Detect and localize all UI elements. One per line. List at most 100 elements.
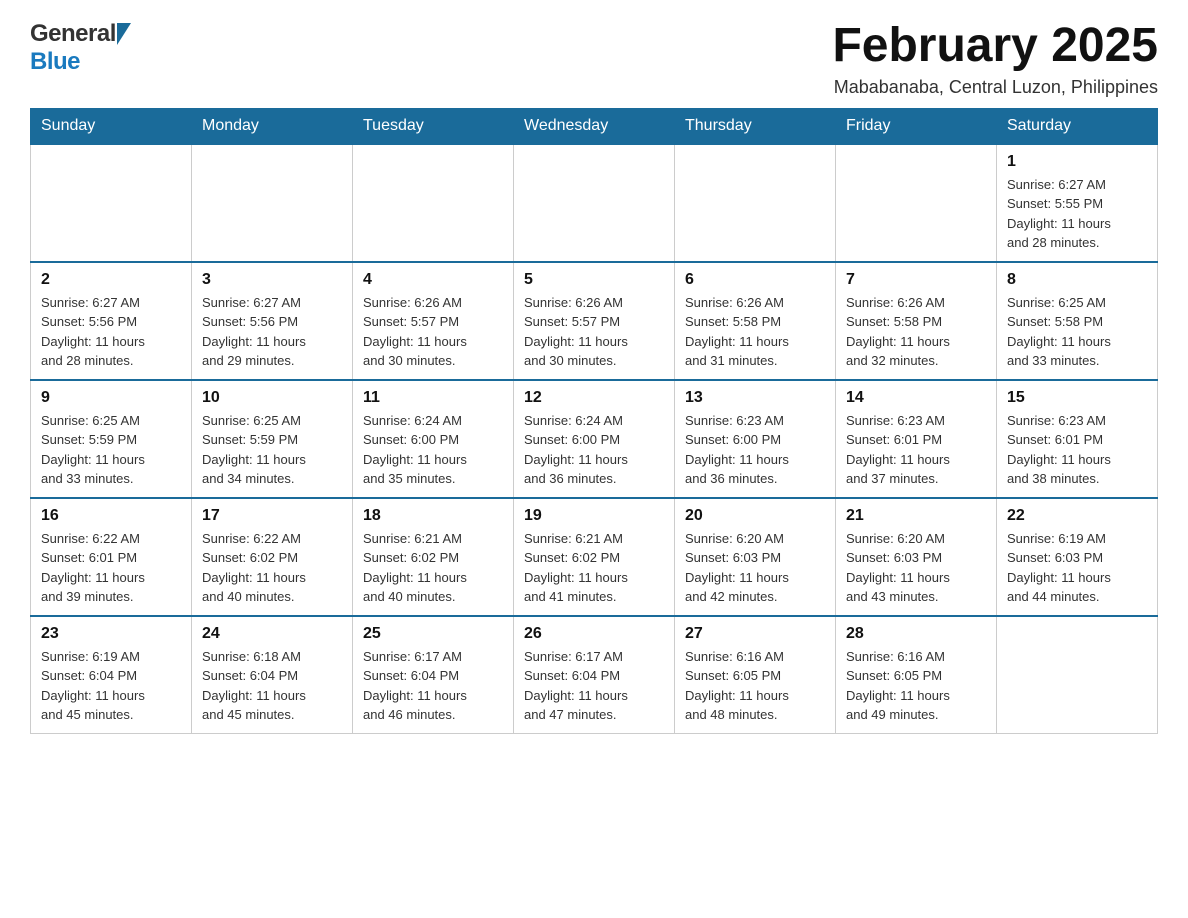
table-row: 19 Sunrise: 6:21 AM Sunset: 6:02 PM Dayli… [514,498,675,616]
col-monday: Monday [192,108,353,144]
day-number: 23 [41,625,181,643]
table-row: 6 Sunrise: 6:26 AM Sunset: 5:58 PM Daylig… [675,262,836,380]
table-row [31,144,192,262]
day-info: Sunrise: 6:21 AM Sunset: 6:02 PM Dayligh… [524,529,664,607]
calendar-week-row: 2 Sunrise: 6:27 AM Sunset: 5:56 PM Daylig… [31,262,1158,380]
table-row: 9Sunrise: 6:25 AM Sunset: 5:59 PM Daylig… [31,380,192,498]
day-info: Sunrise: 6:22 AM Sunset: 6:01 PM Dayligh… [41,529,181,607]
table-row: 2 Sunrise: 6:27 AM Sunset: 5:56 PM Daylig… [31,262,192,380]
day-number: 13 [685,389,825,407]
day-number: 20 [685,507,825,525]
day-info: Sunrise: 6:19 AM Sunset: 6:04 PM Dayligh… [41,647,181,725]
day-info: Sunrise: 6:18 AM Sunset: 6:04 PM Dayligh… [202,647,342,725]
day-info: Sunrise: 6:23 AM Sunset: 6:00 PM Dayligh… [685,411,825,489]
day-info: Sunrise: 6:17 AM Sunset: 6:04 PM Dayligh… [524,647,664,725]
table-row: 26 Sunrise: 6:17 AM Sunset: 6:04 PM Dayli… [514,616,675,734]
table-row [836,144,997,262]
col-friday: Friday [836,108,997,144]
table-row: 28 Sunrise: 6:16 AM Sunset: 6:05 PM Dayli… [836,616,997,734]
table-row: 23 Sunrise: 6:19 AM Sunset: 6:04 PM Dayli… [31,616,192,734]
col-tuesday: Tuesday [353,108,514,144]
col-saturday: Saturday [997,108,1158,144]
day-number: 12 [524,389,664,407]
logo: General Blue [30,20,131,76]
day-number: 9 [41,389,181,407]
table-row: 13 Sunrise: 6:23 AM Sunset: 6:00 PM Dayli… [675,380,836,498]
day-number: 19 [524,507,664,525]
day-number: 24 [202,625,342,643]
day-info: Sunrise: 6:22 AM Sunset: 6:02 PM Dayligh… [202,529,342,607]
table-row [997,616,1158,734]
table-row: 3 Sunrise: 6:27 AM Sunset: 5:56 PM Daylig… [192,262,353,380]
table-row: 7 Sunrise: 6:26 AM Sunset: 5:58 PM Daylig… [836,262,997,380]
col-sunday: Sunday [31,108,192,144]
day-number: 2 [41,271,181,289]
table-row [675,144,836,262]
table-row: 1 Sunrise: 6:27 AM Sunset: 5:55 PM Daylig… [997,144,1158,262]
day-info: Sunrise: 6:23 AM Sunset: 6:01 PM Dayligh… [846,411,986,489]
calendar-week-row: 9 Sunrise: 6:25 AM Sunset: 5:59 PM Daylig… [31,380,1158,498]
day-info: Sunrise: 6:20 AM Sunset: 6:03 PM Dayligh… [846,529,986,607]
day-info: Sunrise: 6:17 AM Sunset: 6:04 PM Dayligh… [363,647,503,725]
day-info: Sunrise: 6:27 AM Sunset: 5:56 PM Dayligh… [41,293,181,371]
table-row: 24 Sunrise: 6:18 AM Sunset: 6:04 PM Dayli… [192,616,353,734]
day-number: 6 [685,271,825,289]
day-info: Sunrise: 6:16 AM Sunset: 6:05 PM Dayligh… [846,647,986,725]
day-info: Sunrise: 6:20 AM Sunset: 6:03 PM Dayligh… [685,529,825,607]
calendar-header-row: Sunday Monday Tuesday Wednesday Thursday… [31,108,1158,144]
calendar-week-row: 16 Sunrise: 6:22 AM Sunset: 6:01 PM Dayli… [31,498,1158,616]
day-number: 21 [846,507,986,525]
table-row: 17Sunrise: 6:22 AM Sunset: 6:02 PM Dayli… [192,498,353,616]
day-info: Sunrise: 6:25 AM Sunset: 5:58 PM Dayligh… [1007,293,1147,371]
day-info: Sunrise: 6:25 AM Sunset: 5:59 PM Dayligh… [202,411,342,489]
day-number: 18 [363,507,503,525]
table-row: 10 Sunrise: 6:25 AM Sunset: 5:59 PM Dayli… [192,380,353,498]
day-info: Sunrise: 6:16 AM Sunset: 6:05 PM Dayligh… [685,647,825,725]
col-thursday: Thursday [675,108,836,144]
table-row: 20 Sunrise: 6:20 AM Sunset: 6:03 PM Dayli… [675,498,836,616]
table-row [514,144,675,262]
table-row: 12Sunrise: 6:24 AM Sunset: 6:00 PM Dayli… [514,380,675,498]
location: Mababanaba, Central Luzon, Philippines [832,77,1158,98]
day-number: 11 [363,389,503,407]
calendar-week-row: 1 Sunrise: 6:27 AM Sunset: 5:55 PM Daylig… [31,144,1158,262]
table-row: 16 Sunrise: 6:22 AM Sunset: 6:01 PM Dayli… [31,498,192,616]
day-info: Sunrise: 6:21 AM Sunset: 6:02 PM Dayligh… [363,529,503,607]
day-number: 1 [1007,153,1147,171]
table-row: 27 Sunrise: 6:16 AM Sunset: 6:05 PM Dayli… [675,616,836,734]
table-row: 5 Sunrise: 6:26 AM Sunset: 5:57 PM Daylig… [514,262,675,380]
day-info: Sunrise: 6:27 AM Sunset: 5:55 PM Dayligh… [1007,175,1147,253]
day-number: 4 [363,271,503,289]
day-info: Sunrise: 6:19 AM Sunset: 6:03 PM Dayligh… [1007,529,1147,607]
day-info: Sunrise: 6:26 AM Sunset: 5:58 PM Dayligh… [685,293,825,371]
day-number: 26 [524,625,664,643]
day-number: 7 [846,271,986,289]
day-number: 5 [524,271,664,289]
logo-blue: Blue [30,48,80,75]
day-number: 16 [41,507,181,525]
day-number: 27 [685,625,825,643]
day-info: Sunrise: 6:27 AM Sunset: 5:56 PM Dayligh… [202,293,342,371]
day-number: 8 [1007,271,1147,289]
day-info: Sunrise: 6:26 AM Sunset: 5:57 PM Dayligh… [524,293,664,371]
table-row: 22 Sunrise: 6:19 AM Sunset: 6:03 PM Dayli… [997,498,1158,616]
calendar-table: Sunday Monday Tuesday Wednesday Thursday… [30,108,1158,734]
day-info: Sunrise: 6:26 AM Sunset: 5:58 PM Dayligh… [846,293,986,371]
col-wednesday: Wednesday [514,108,675,144]
table-row [353,144,514,262]
title-section: February 2025 Mababanaba, Central Luzon,… [832,20,1158,98]
day-number: 3 [202,271,342,289]
table-row: 4Sunrise: 6:26 AM Sunset: 5:57 PM Daylig… [353,262,514,380]
day-number: 25 [363,625,503,643]
table-row: 11Sunrise: 6:24 AM Sunset: 6:00 PM Dayli… [353,380,514,498]
day-number: 10 [202,389,342,407]
page-header: General Blue February 2025 Mababanaba, C… [30,20,1158,98]
calendar-week-row: 23 Sunrise: 6:19 AM Sunset: 6:04 PM Dayli… [31,616,1158,734]
day-number: 15 [1007,389,1147,407]
day-number: 22 [1007,507,1147,525]
logo-general: General [30,20,116,48]
table-row: 25 Sunrise: 6:17 AM Sunset: 6:04 PM Dayli… [353,616,514,734]
day-number: 28 [846,625,986,643]
table-row: 21 Sunrise: 6:20 AM Sunset: 6:03 PM Dayli… [836,498,997,616]
day-number: 14 [846,389,986,407]
